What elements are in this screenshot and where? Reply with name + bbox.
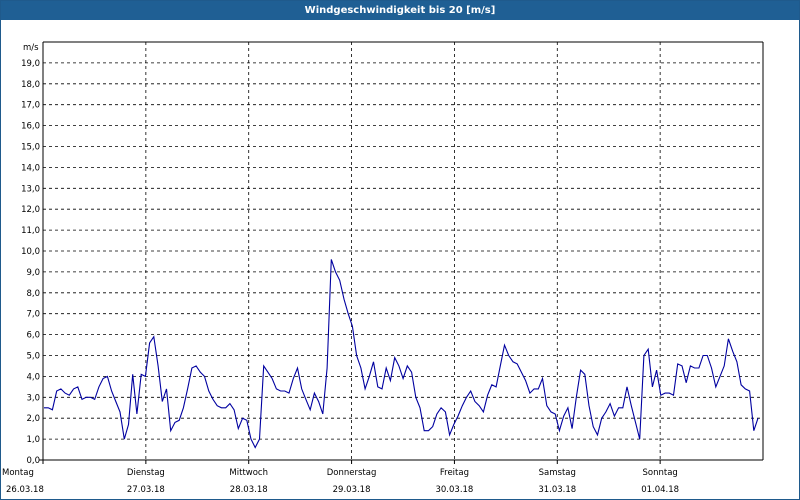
series-group: [44, 259, 759, 449]
y-tick-label: 7,0: [26, 310, 40, 320]
x-tick-date: 01.04.18: [641, 485, 679, 495]
y-tick-label: 4,0: [26, 372, 40, 382]
y-tick-label: 17,0: [21, 101, 40, 111]
y-tick-label: 18,0: [21, 80, 40, 90]
y-tick-label: 16,0: [21, 122, 40, 132]
y-tick-label: 14,0: [21, 163, 40, 173]
y-tick-label: 5,0: [26, 352, 40, 362]
x-tick-day: Donnerstag: [327, 468, 377, 478]
y-tick-label: 9,0: [26, 268, 40, 278]
x-tick-date: 31.03.18: [538, 485, 576, 495]
y-tick-label: 19,0: [21, 59, 40, 69]
y-tick-label: 1,0: [26, 435, 40, 445]
y-tick-label: 8,0: [26, 289, 40, 299]
x-tick-day: Montag: [2, 468, 34, 478]
y-tick-label: 6,0: [26, 331, 40, 341]
y-axis-unit-label: m/s: [23, 43, 39, 53]
x-tick-labels: Montag 26.03.18 Dienstag 27.03.18 Mittwoch 28…: [2, 468, 679, 495]
x-tick-day: Freitag: [440, 468, 469, 478]
axes: [39, 41, 764, 464]
window-title: Windgeschwindigkeit bis 20 [m/s]: [1, 1, 799, 20]
x-tick-date: 27.03.18: [127, 485, 165, 495]
x-tick-date: 30.03.18: [435, 485, 473, 495]
y-tick-label: 2,0: [26, 414, 40, 424]
y-tick-label: 13,0: [21, 184, 40, 194]
y-tick-label: 3,0: [26, 393, 40, 403]
x-tick-date: 26.03.18: [6, 485, 44, 495]
x-tick-day: Sonntag: [642, 468, 677, 478]
y-tick-label: 11,0: [21, 226, 40, 236]
wind-speed-series-line: [44, 259, 759, 449]
y-tick-label: 15,0: [21, 143, 40, 153]
chart-window: Windgeschwindigkeit bis 20 [m/s] 0,0 1,0 2…: [0, 0, 800, 500]
y-tick-label: 12,0: [21, 205, 40, 215]
y-tick-label: 0,0: [26, 456, 40, 466]
x-tick-day: Dienstag: [127, 468, 165, 478]
y-tick-labels: 0,0 1,0 2,0 3,0 4,0 5,0 6,0 7,0 8,0 9,0 10,0 11,0 12…: [21, 59, 40, 466]
grid-lines: [43, 42, 763, 460]
wind-speed-chart: 0,0 1,0 2,0 3,0 4,0 5,0 6,0 7,0 8,0 9,0 10,0 11,0 12…: [2, 41, 764, 495]
y-tick-label: 10,0: [21, 247, 40, 257]
x-tick-day: Samstag: [539, 468, 576, 478]
x-tick-date: 29.03.18: [333, 485, 371, 495]
x-tick-date: 28.03.18: [230, 485, 268, 495]
x-tick-day: Mittwoch: [229, 468, 268, 478]
